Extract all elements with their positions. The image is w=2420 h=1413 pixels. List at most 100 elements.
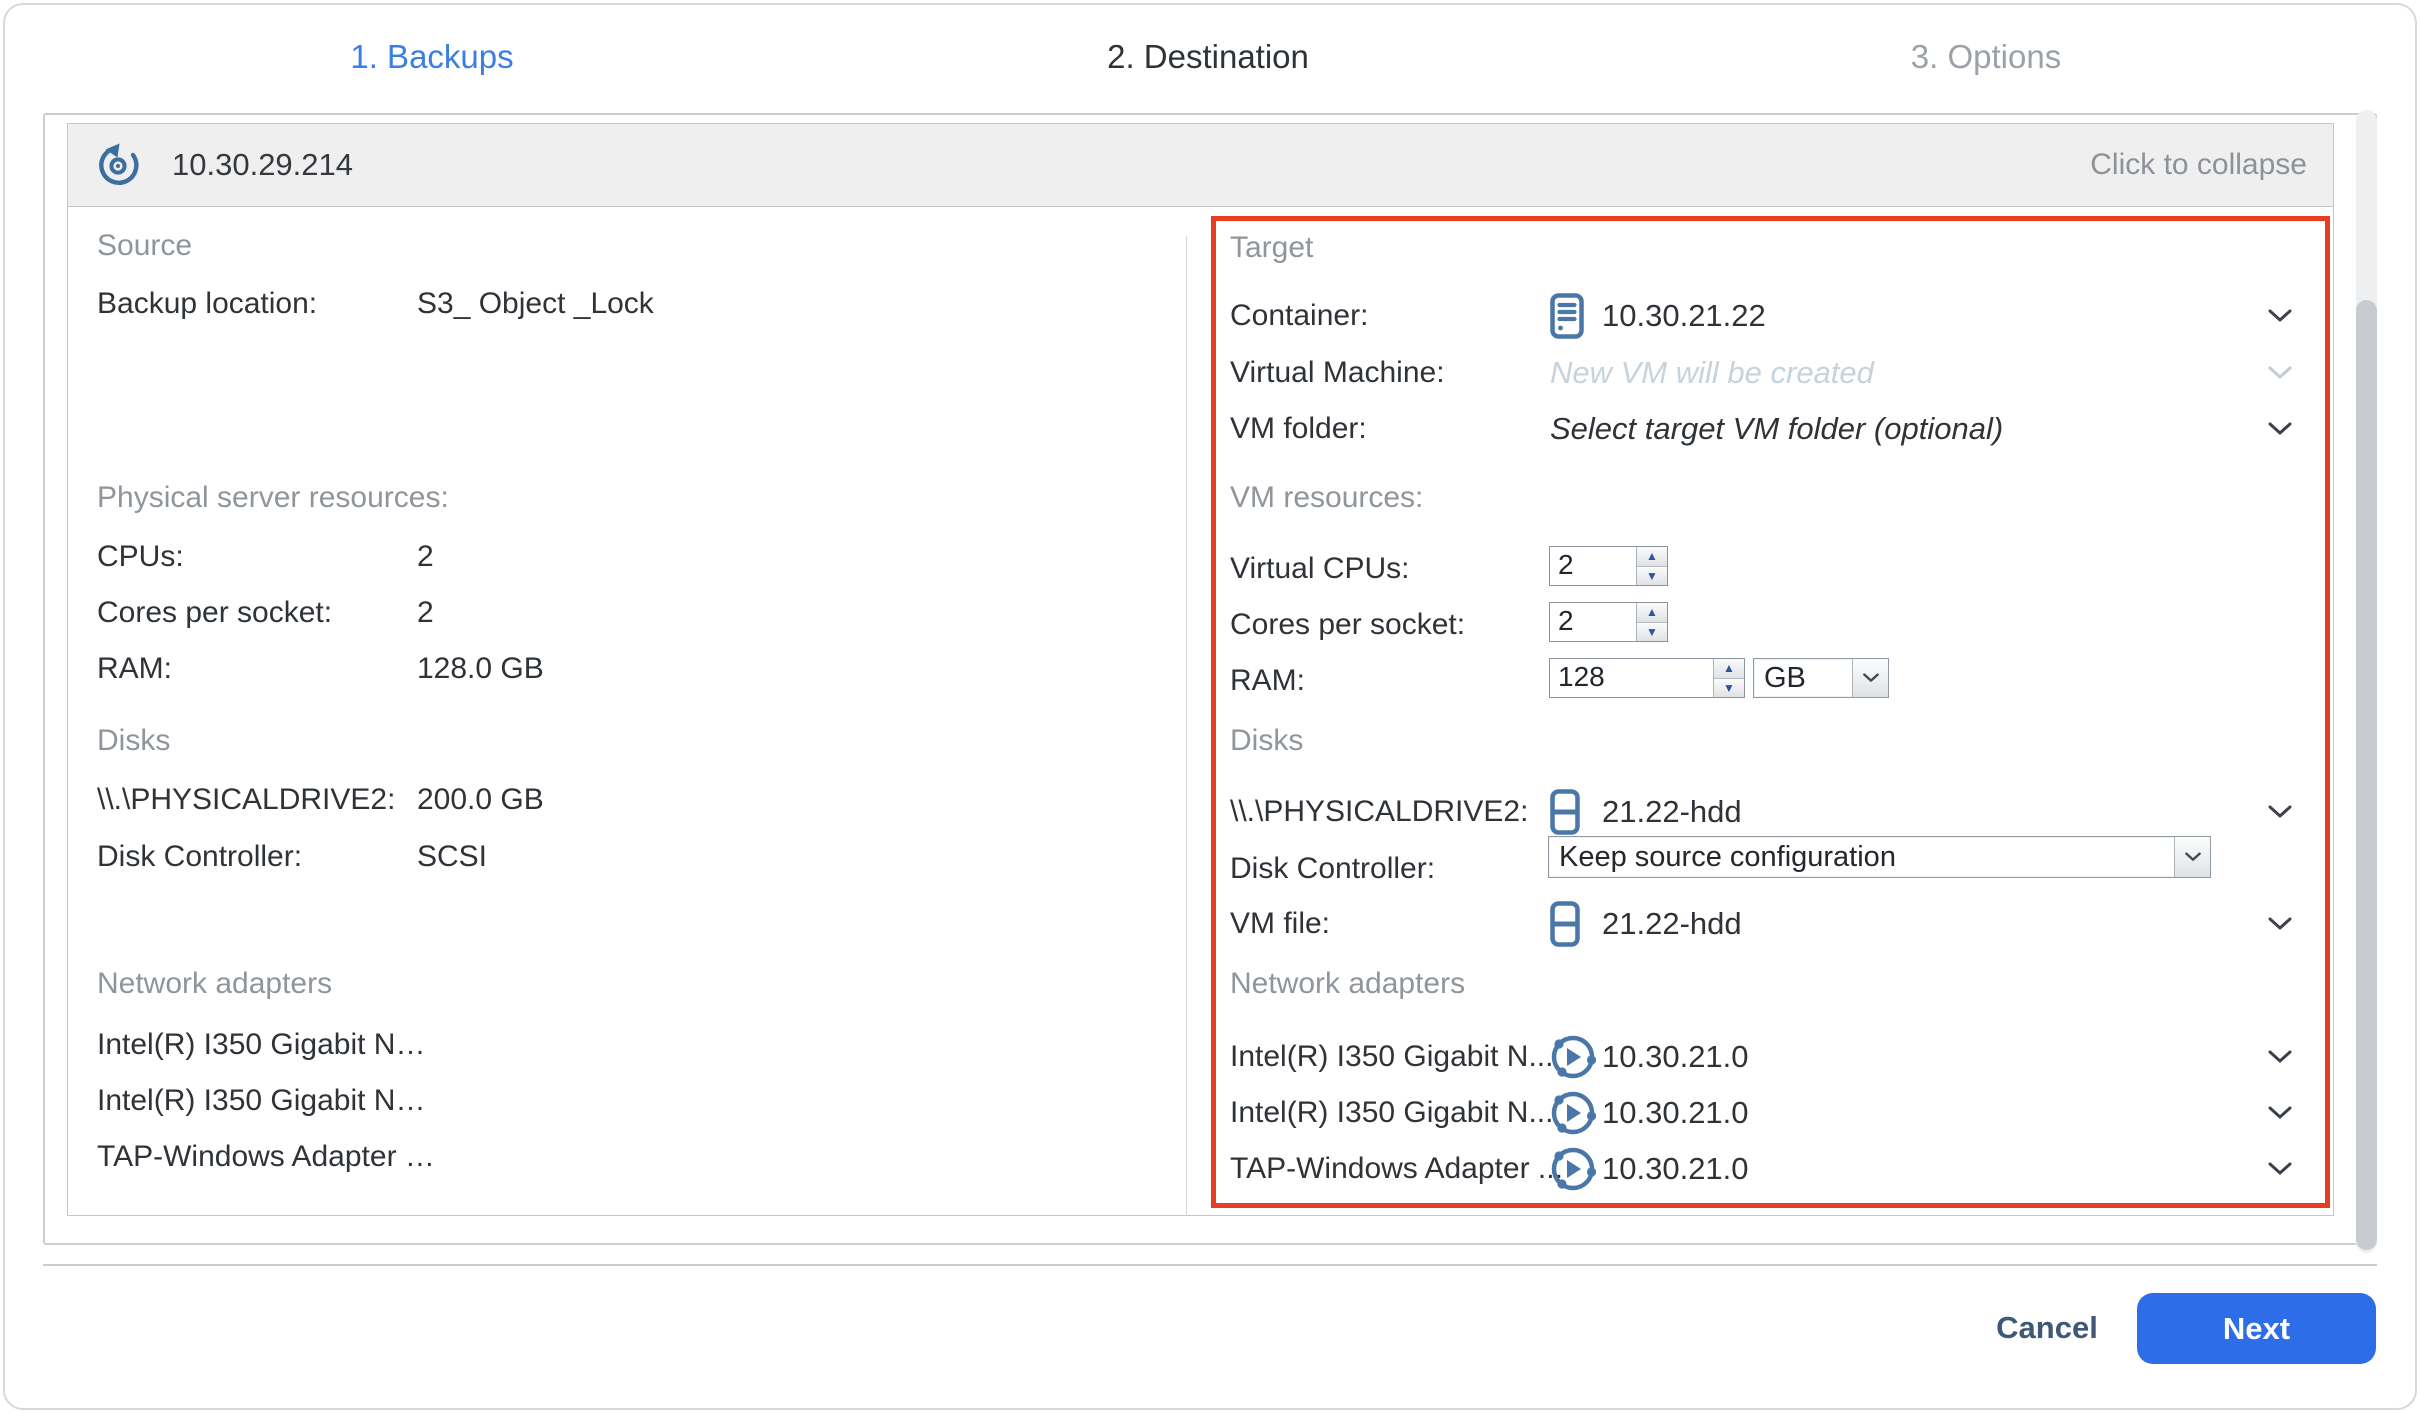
adapter-row: Intel(R) I350 Gigabit N…	[97, 1022, 425, 1068]
network-icon	[1550, 1146, 1596, 1192]
column-divider	[1186, 236, 1187, 1216]
cores-label: Cores per socket:	[97, 596, 417, 630]
next-button[interactable]: Next	[2137, 1293, 2376, 1364]
target-adapter-name: Intel(R) I350 Gigabit N...	[1230, 1040, 1550, 1074]
cores-input[interactable]	[1550, 603, 1636, 641]
target-ram-label: RAM:	[1230, 664, 1550, 698]
virtual-cpus-input[interactable]	[1550, 547, 1636, 585]
target-section-header: Target	[1230, 227, 1313, 269]
adapter-dropdown-icon[interactable]	[2268, 1049, 2292, 1065]
target-adapter-network: 10.30.21.0	[1602, 1151, 1749, 1187]
backup-location-value: S3_ Object _Lock	[417, 287, 654, 321]
target-adapter-network: 10.30.21.0	[1602, 1095, 1749, 1131]
target-disks-header: Disks	[1230, 720, 1303, 762]
virtual-cpus-spinner[interactable]: ▲ ▼	[1549, 546, 1668, 586]
virtual-cpus-increment-icon[interactable]: ▲	[1637, 547, 1667, 567]
adapter-row: Intel(R) I350 Gigabit N…	[97, 1078, 425, 1124]
target-cores-row: Cores per socket:	[1230, 602, 1550, 648]
target-ram-row: RAM:	[1230, 658, 1550, 704]
cores-value: 2	[417, 596, 434, 630]
cancel-button[interactable]: Cancel	[1952, 1305, 2142, 1351]
cpus-label: CPUs:	[97, 540, 417, 574]
ram-label: RAM:	[97, 652, 417, 686]
target-adapter-row[interactable]: Intel(R) I350 Gigabit N... 10.30.21.0	[1230, 1034, 1749, 1080]
ram-decrement-icon[interactable]: ▼	[1714, 679, 1744, 698]
vm-file-dropdown-icon[interactable]	[2268, 916, 2292, 932]
virtual-cpus-decrement-icon[interactable]: ▼	[1637, 567, 1667, 586]
physical-drive-value: 200.0 GB	[417, 783, 544, 817]
target-adapter-name: TAP-Windows Adapter ...	[1230, 1152, 1550, 1186]
disk-controller-value: SCSI	[417, 840, 487, 874]
ram-spinner[interactable]: ▲ ▼	[1549, 658, 1745, 698]
ram-unit-select[interactable]: GB	[1753, 658, 1889, 698]
network-icon	[1550, 1090, 1596, 1136]
disk-icon	[1550, 789, 1580, 835]
step-backups[interactable]: 1. Backups	[350, 38, 513, 76]
disk-controller-selected-value: Keep source configuration	[1549, 841, 2174, 874]
step-destination[interactable]: 2. Destination	[1107, 38, 1309, 76]
physical-drive-label: \\.\PHYSICALDRIVE2:	[97, 783, 417, 817]
container-row[interactable]: Container: 10.30.21.22	[1230, 293, 1766, 339]
target-controller-label: Disk Controller:	[1230, 852, 1550, 886]
target-adapter-name: Intel(R) I350 Gigabit N...	[1230, 1096, 1550, 1130]
ram-unit-dropdown-icon[interactable]	[1852, 659, 1888, 697]
target-drive-label: \\.\PHYSICALDRIVE2:	[1230, 795, 1550, 829]
adapter-name: Intel(R) I350 Gigabit N…	[97, 1028, 425, 1062]
ram-increment-icon[interactable]: ▲	[1714, 659, 1744, 679]
container-value: 10.30.21.22	[1602, 298, 1766, 334]
adapter-dropdown-icon[interactable]	[2268, 1105, 2292, 1121]
disk-controller-dropdown-icon[interactable]	[2174, 837, 2210, 877]
vm-file-value: 21.22-hdd	[1602, 906, 1742, 942]
virtual-cpus-label: Virtual CPUs:	[1230, 552, 1550, 586]
disks-section-header: Disks	[97, 720, 170, 762]
ram-row: RAM: 128.0 GB	[97, 646, 544, 692]
disk-controller-row: Disk Controller: SCSI	[97, 834, 487, 880]
collapse-hint[interactable]: Click to collapse	[2090, 148, 2307, 182]
cores-row: Cores per socket: 2	[97, 590, 434, 636]
cores-decrement-icon[interactable]: ▼	[1637, 623, 1667, 642]
adapter-name: Intel(R) I350 Gigabit N…	[97, 1084, 425, 1118]
vm-file-row[interactable]: VM file: 21.22-hdd	[1230, 901, 1742, 947]
adapter-dropdown-icon[interactable]	[2268, 1161, 2292, 1177]
physical-drive-row: \\.\PHYSICALDRIVE2: 200.0 GB	[97, 777, 544, 823]
disk-controller-select[interactable]: Keep source configuration	[1548, 836, 2211, 878]
target-network-header: Network adapters	[1230, 963, 1465, 1005]
container-dropdown-icon[interactable]	[2268, 308, 2292, 324]
server-title: 10.30.29.214	[172, 147, 353, 183]
ram-value: 128.0 GB	[417, 652, 544, 686]
target-drive-value: 21.22-hdd	[1602, 794, 1742, 830]
source-section-header: Source	[97, 225, 192, 267]
container-icon	[1550, 293, 1584, 339]
target-adapter-row[interactable]: TAP-Windows Adapter ... 10.30.21.0	[1230, 1146, 1749, 1192]
cpus-value: 2	[417, 540, 434, 574]
cores-spinner[interactable]: ▲ ▼	[1549, 602, 1668, 642]
virtual-machine-row[interactable]: Virtual Machine: New VM will be created	[1230, 350, 1874, 396]
network-section-header: Network adapters	[97, 963, 332, 1005]
physical-resources-header: Physical server resources:	[97, 477, 449, 519]
target-adapter-network: 10.30.21.0	[1602, 1039, 1749, 1075]
vm-folder-label: VM folder:	[1230, 412, 1550, 446]
disk-controller-label: Disk Controller:	[97, 840, 417, 874]
step-options[interactable]: 3. Options	[1911, 38, 2061, 76]
vertical-scrollbar-thumb[interactable]	[2356, 300, 2377, 1250]
ram-input[interactable]	[1550, 659, 1713, 697]
target-adapter-row[interactable]: Intel(R) I350 Gigabit N... 10.30.21.0	[1230, 1090, 1749, 1136]
vm-folder-dropdown-icon[interactable]	[2268, 421, 2292, 437]
restore-icon	[96, 143, 140, 187]
virtual-machine-dropdown-icon[interactable]	[2268, 365, 2292, 381]
vm-resources-header: VM resources:	[1230, 477, 1423, 519]
target-drive-row[interactable]: \\.\PHYSICALDRIVE2: 21.22-hdd	[1230, 789, 1742, 835]
vm-folder-row[interactable]: VM folder: Select target VM folder (opti…	[1230, 406, 2003, 452]
vm-folder-placeholder: Select target VM folder (optional)	[1550, 411, 2003, 447]
target-drive-dropdown-icon[interactable]	[2268, 804, 2292, 820]
server-panel-header[interactable]: 10.30.29.214 Click to collapse	[68, 124, 2333, 207]
cpus-row: CPUs: 2	[97, 534, 434, 580]
virtual-cpus-row: Virtual CPUs:	[1230, 546, 1550, 592]
backup-location-label: Backup location:	[97, 287, 417, 321]
virtual-machine-placeholder: New VM will be created	[1550, 355, 1874, 391]
vm-file-label: VM file:	[1230, 907, 1550, 941]
adapter-row: TAP-Windows Adapter …	[97, 1134, 435, 1180]
container-label: Container:	[1230, 299, 1550, 333]
footer-divider	[43, 1264, 2377, 1266]
cores-increment-icon[interactable]: ▲	[1637, 603, 1667, 623]
